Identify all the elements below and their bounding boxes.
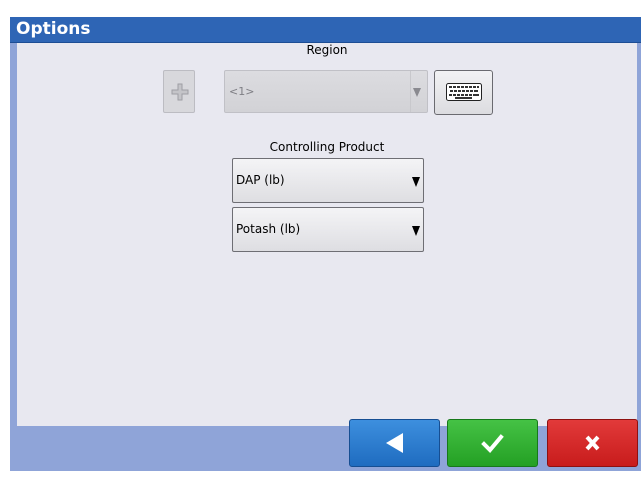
dropdown-arrow-icon: [413, 88, 421, 97]
dropdown-arrow-icon: [412, 177, 420, 187]
keyboard-icon: [446, 83, 482, 101]
product-dropdown-2[interactable]: Potash (lb): [232, 207, 424, 252]
region-dropdown[interactable]: <1>: [224, 70, 428, 113]
add-region-button[interactable]: [163, 70, 195, 113]
back-arrow-icon: [386, 433, 403, 453]
region-selected-value: <1>: [229, 85, 255, 98]
confirm-button[interactable]: [447, 419, 538, 467]
cancel-button[interactable]: [547, 419, 638, 467]
back-button[interactable]: [349, 419, 440, 467]
window-title: Options: [16, 19, 91, 39]
region-dropdown-divider: [410, 71, 411, 112]
plus-icon: [171, 83, 189, 101]
controlling-product-label: Controlling Product: [269, 140, 385, 154]
options-window: Options Region <1> Controlling Product D…: [10, 17, 641, 471]
region-label: Region: [306, 43, 348, 57]
dropdown-arrow-icon: [412, 226, 420, 236]
product-dropdown-1[interactable]: DAP (lb): [232, 158, 424, 203]
product-dropdown-value: Potash (lb): [236, 222, 301, 236]
product-dropdown-value: DAP (lb): [236, 173, 285, 187]
title-bar: Options: [10, 17, 641, 43]
close-icon: [585, 435, 600, 451]
options-content: Region <1> Controlling Product DAP (lb) …: [17, 43, 637, 426]
keyboard-button[interactable]: [434, 70, 493, 115]
check-icon: [481, 434, 504, 453]
